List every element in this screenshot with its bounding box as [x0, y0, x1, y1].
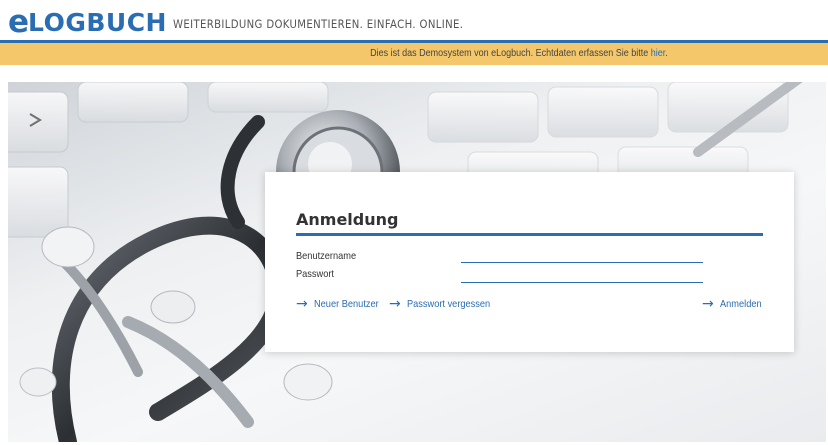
login-button[interactable]: → Anmelden [702, 296, 767, 312]
demo-banner-suffix: . [665, 48, 668, 59]
demo-banner-message: Dies ist das Demosystem von eLogbuch. Ec… [370, 48, 651, 59]
tagline: WEITERBILDUNG DOKUMENTIEREN. EINFACH. ON… [173, 17, 464, 31]
demo-banner-link[interactable]: hier [651, 48, 666, 59]
password-label: Passwort [296, 268, 335, 280]
arrow-right-icon: → [389, 296, 401, 312]
username-label: Benutzername [296, 250, 357, 262]
demo-banner: Dies ist das Demosystem von eLogbuch. Ec… [0, 43, 828, 65]
login-title: Anmeldung [296, 210, 399, 229]
username-field[interactable] [461, 249, 703, 263]
new-user-label: Neuer Benutzer [313, 298, 379, 310]
arrow-right-icon: → [702, 296, 714, 312]
login-title-rule [296, 233, 763, 236]
password-field[interactable] [461, 269, 703, 283]
new-user-link[interactable]: → Neuer Benutzer [296, 296, 387, 312]
demo-banner-text: Dies ist das Demosystem von eLogbuch. Ec… [370, 48, 668, 59]
logo-text: LOGBUCH [28, 8, 167, 37]
login-button-label: Anmelden [719, 298, 762, 310]
forgot-password-link[interactable]: → Passwort vergessen [389, 296, 501, 312]
arrow-right-icon: → [296, 296, 308, 312]
logo-e: e [8, 4, 29, 40]
header: e LOGBUCH WEITERBILDUNG DOKUMENTIEREN. E… [0, 0, 828, 40]
forgot-password-label: Passwort vergessen [406, 298, 490, 310]
logo[interactable]: e LOGBUCH [8, 4, 167, 40]
login-card: Anmeldung Benutzername Passwort → Neuer … [265, 172, 794, 352]
